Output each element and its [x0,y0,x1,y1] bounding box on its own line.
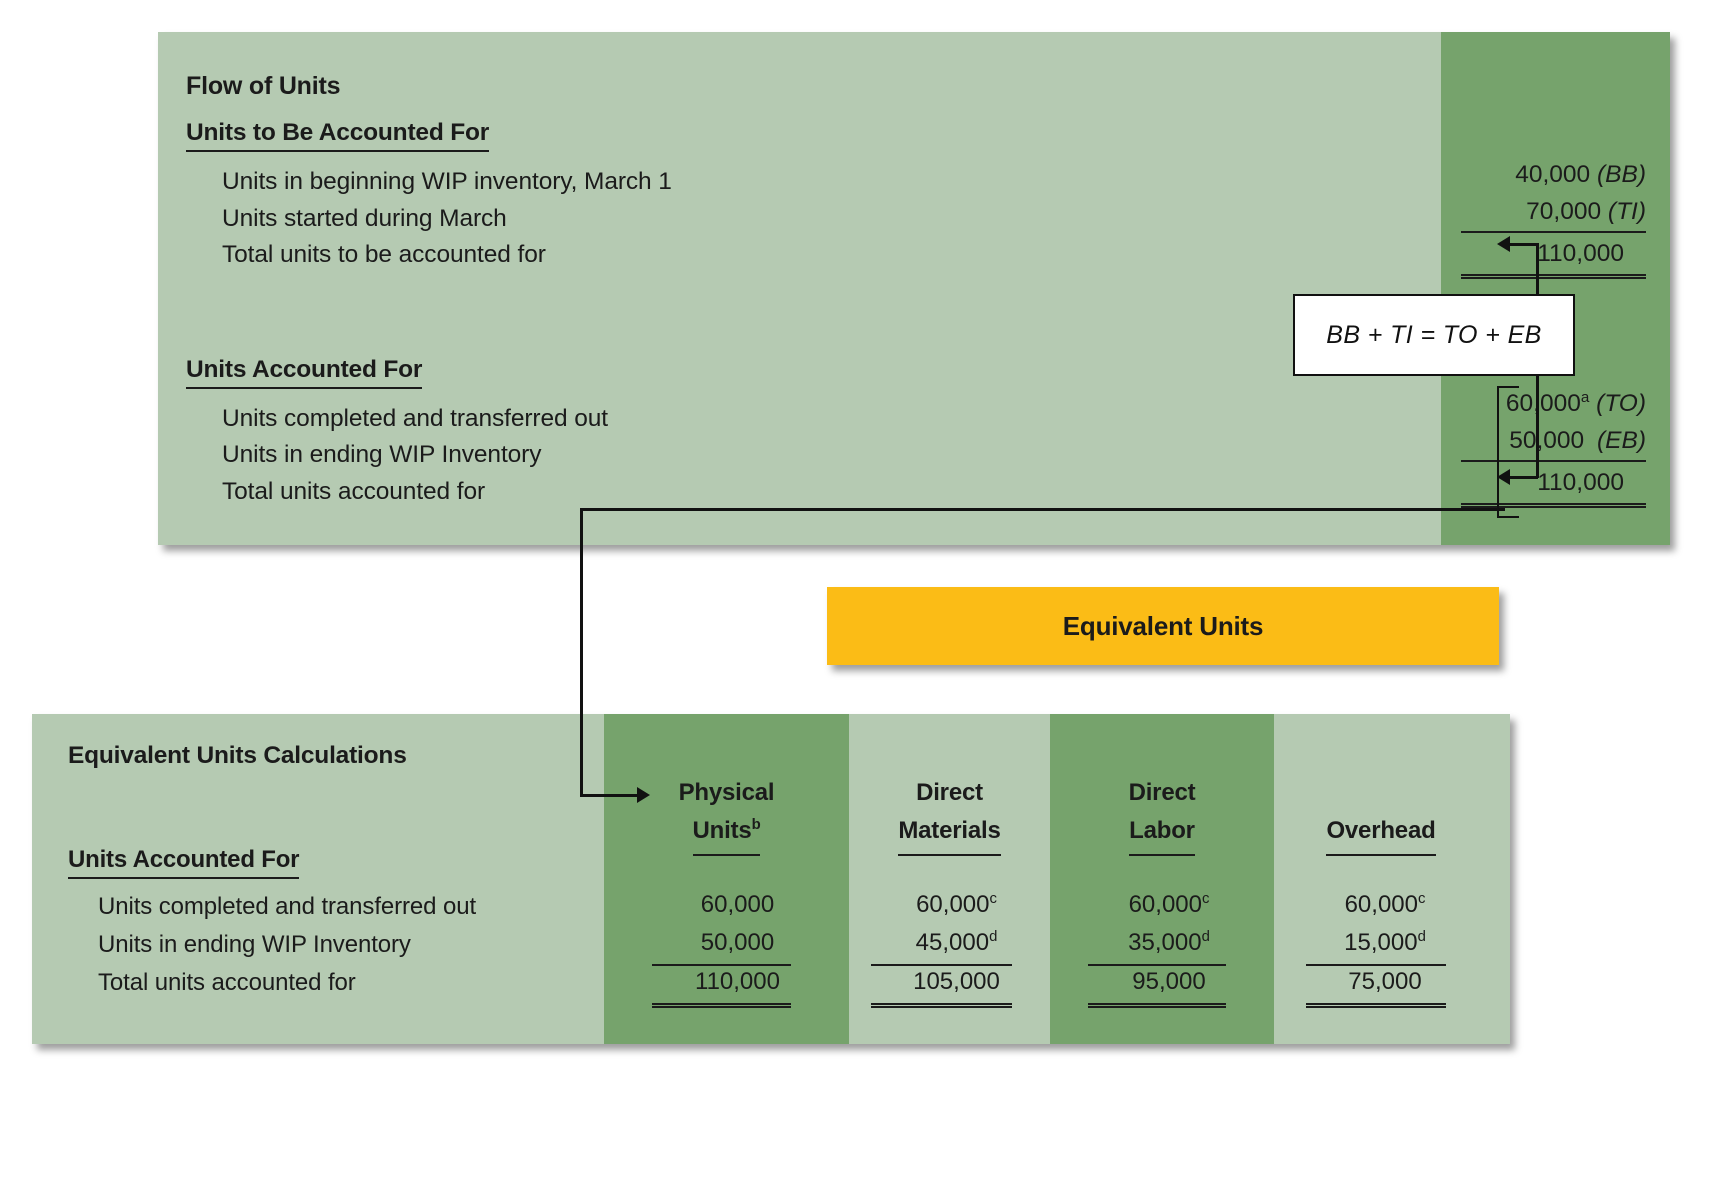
column-header-overhead-line2: Overhead [1326,817,1436,844]
value-started-march: 70,000 (TI) [1461,194,1646,231]
formula-connector-up-vertical [1536,243,1539,296]
column-header-direct-materials-line2: Materials [898,817,1001,844]
cell-direct-materials-completed: 60,000c [916,891,997,918]
eq-row-label-ending-wip: Units in ending WIP Inventory [98,931,411,958]
equivalent-units-calculations-panel: Equivalent Units Calculations Units Acco… [32,714,1510,1044]
footnote-marker-b: b [751,817,761,833]
row-label-completed-transferred-out: Units completed and transferred out [222,404,608,432]
column-header-direct-labor-line1: Direct [1128,779,1196,806]
column-header-direct-materials: Direct Materials [849,774,1050,856]
cell-physical-units-ending-wip: 50,000 [700,929,775,956]
formula-callout: BB + TI = TO + EB [1293,294,1575,376]
formula-connector-up-arrow [1497,236,1510,252]
column-header-direct-labor: Direct Labor [1050,774,1274,856]
value-ending-wip-amount: 50,000 [1509,426,1585,454]
formula-text: BB + TI = TO + EB [1326,320,1542,349]
column-header-physical-units-line2: Units [692,817,752,844]
value-started-march-tag: (TI) [1607,197,1646,225]
column-total-rule-overhead [1306,1003,1446,1008]
column-total-rule-direct-materials [871,1003,1012,1008]
cell-overhead-ending-wip: 15,000d [1344,929,1426,956]
units-accounted-bracket [1497,386,1519,518]
subtotal-rule-2 [1461,460,1646,462]
column-rule-physical-units [652,964,791,966]
cell-direct-labor-completed: 60,000c [1128,891,1210,918]
column-header-direct-materials-line1: Direct [916,779,983,806]
value-ending-wip: 50,000 (EB) [1461,423,1646,460]
row-label-total-accounted: Total units accounted for [222,477,486,505]
row-label-beginning-wip: Units in beginning WIP inventory, March … [222,168,672,195]
row-label-started-during-march: Units started during March [222,204,507,232]
column-physical-units: Physical Unitsb 60,000 50,000 110,000 [604,714,849,1044]
row-label-ending-wip: Units in ending WIP Inventory [222,441,542,468]
cell-physical-units-completed: 60,000 [700,891,775,918]
flow-of-units-labels: Flow of Units Units to Be Accounted For … [186,72,1286,510]
equivalent-units-calculations-title: Equivalent Units Calculations [68,742,407,769]
value-total-accounted: 110,000 [1461,465,1646,502]
column-rule-direct-labor [1088,964,1226,966]
diagram-canvas: Flow of Units Units to Be Accounted For … [0,0,1727,1193]
value-total-to-be-accounted-amount: 110,000 [1537,240,1624,267]
cell-direct-labor-ending-wip: 35,000d [1128,929,1210,956]
cell-physical-units-total: 110,000 [695,968,780,995]
footnote-marker-a: a [1580,388,1590,406]
flow-values-group-1: 40,000 (BB) 70,000 (TI) 110,000 [1461,157,1646,279]
formula-connector-up-horizontal [1510,243,1538,246]
column-total-rule-direct-labor [1088,1003,1226,1008]
physical-units-connector-arrow [637,787,650,803]
flow-of-units-title: Flow of Units [186,72,341,100]
value-total-accounted-amount: 110,000 [1537,469,1624,496]
cell-overhead-total: 75,000 [1348,968,1422,995]
physical-units-connector-horizontal-top [580,508,1505,511]
physical-units-connector-vertical [580,508,583,796]
column-header-overhead: Overhead [1274,774,1488,856]
flow-of-units-panel: Flow of Units Units to Be Accounted For … [158,32,1670,545]
physical-units-connector-horizontal-bottom [580,794,637,797]
total-rule-1 [1461,273,1646,279]
column-header-direct-labor-line2: Labor [1129,817,1195,844]
equivalent-units-banner-label: Equivalent Units [1062,610,1264,641]
column-direct-labor: Direct Labor 60,000c 35,000d 95,000 [1050,714,1274,1044]
column-overhead: Overhead 60,000c 15,000d 75,000 [1274,714,1488,1044]
column-rule-direct-materials [871,964,1012,966]
value-completed-tag: (TO) [1596,390,1646,417]
eq-row-label-completed: Units completed and transferred out [98,893,477,920]
total-rule-2 [1461,502,1646,508]
value-total-to-be-accounted: 110,000 [1461,236,1646,273]
equivalent-units-banner: Equivalent Units [827,587,1499,665]
value-beginning-wip-amount: 40,000 [1515,161,1591,188]
value-ending-wip-tag: (EB) [1597,426,1646,454]
units-accounted-for-heading: Units Accounted For [186,356,422,389]
cell-direct-materials-total: 105,000 [913,968,1000,995]
cell-overhead-completed: 60,000c [1344,891,1426,918]
cell-direct-materials-ending-wip: 45,000d [915,929,998,956]
flow-values-group-2: 60,000a (TO) 50,000 (EB) 110,000 [1461,386,1646,508]
subtotal-rule-1 [1461,231,1646,233]
units-to-be-accounted-for-heading: Units to Be Accounted For [186,119,489,152]
equivalent-units-labels: Equivalent Units Calculations Units Acco… [68,742,608,1002]
column-direct-materials: Direct Materials 60,000c 45,000d 105,000 [849,714,1050,1044]
equivalent-units-accounted-heading: Units Accounted For [68,846,300,879]
formula-connector-down-horizontal [1510,476,1538,479]
value-beginning-wip: 40,000 (BB) [1461,157,1646,194]
column-header-overhead-line1 [1274,774,1488,812]
column-total-rule-physical-units [652,1003,791,1008]
column-rule-overhead [1306,964,1446,966]
eq-row-label-total: Total units accounted for [98,969,356,996]
value-started-march-amount: 70,000 [1526,197,1602,225]
row-label-total-to-be-accounted: Total units to be accounted for [222,241,546,268]
cell-direct-labor-total: 95,000 [1132,968,1206,995]
value-beginning-wip-tag: (BB) [1597,161,1646,188]
formula-connector-down-arrow [1497,469,1510,485]
formula-connector-down-vertical [1536,374,1539,478]
value-completed-transferred-out: 60,000a (TO) [1461,386,1646,423]
